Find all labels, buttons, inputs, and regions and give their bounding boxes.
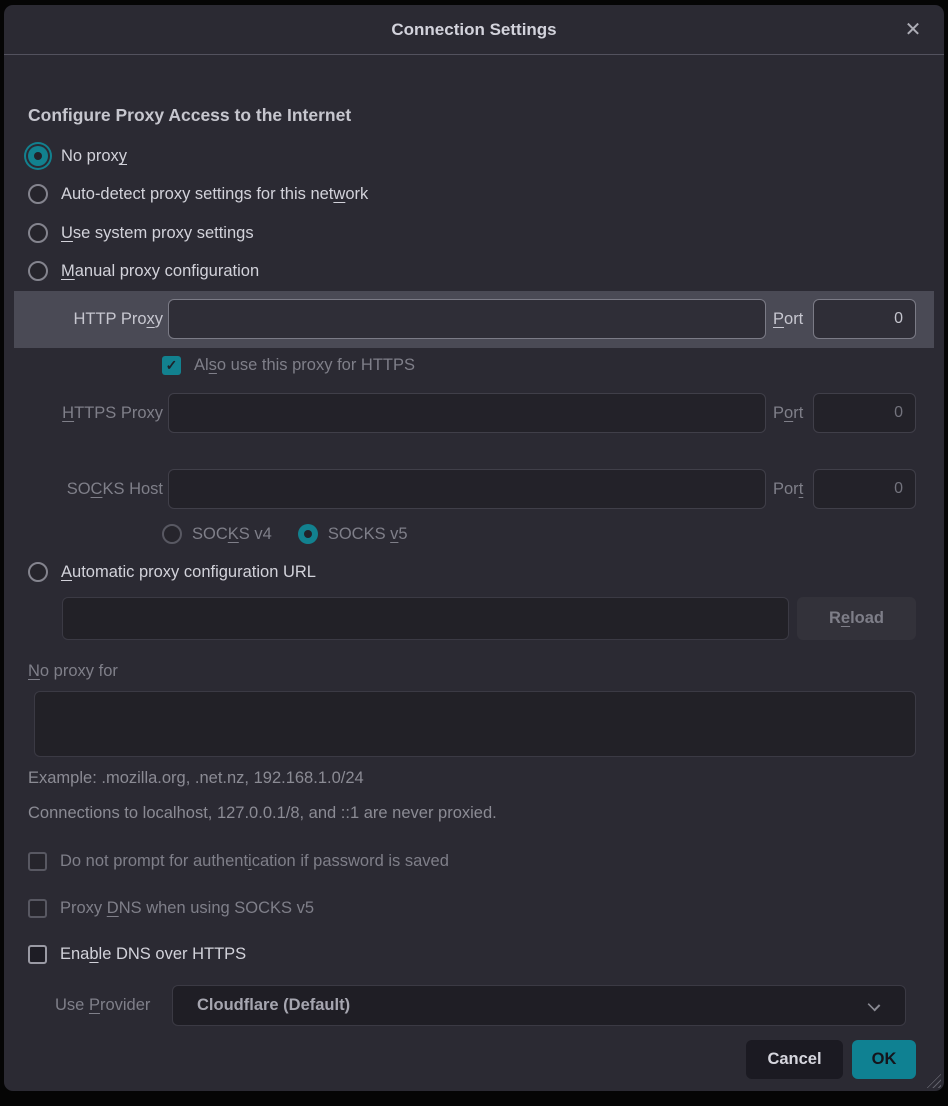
checkbox-icon[interactable] — [28, 945, 47, 964]
radio-socks-v4[interactable]: SOCKS v4 — [162, 522, 272, 546]
radio-manual-proxy[interactable]: Manual proxy configuration — [28, 259, 259, 283]
ok-button[interactable]: OK — [852, 1040, 916, 1079]
checkbox-no-prompt-auth-label: Do not prompt for authentication if pass… — [60, 849, 449, 873]
radio-manual-proxy-label: Manual proxy configuration — [61, 259, 259, 283]
dialog-title: Connection Settings — [391, 20, 556, 40]
checkbox-no-prompt-auth[interactable]: Do not prompt for authentication if pass… — [28, 849, 449, 873]
checkbox-enable-doh-label: Enable DNS over HTTPS — [60, 942, 246, 966]
radio-auto-config-url-label: Automatic proxy configuration URL — [61, 560, 316, 584]
checkbox-proxy-dns[interactable]: Proxy DNS when using SOCKS v5 — [28, 896, 314, 920]
radio-no-proxy-label: No proxy — [61, 144, 127, 168]
radio-use-system-label: Use system proxy settings — [61, 221, 254, 245]
dialog-titlebar: Connection Settings ✕ — [4, 5, 944, 55]
http-proxy-label: HTTP Proxy — [28, 307, 163, 331]
http-port-label: Port — [773, 307, 811, 331]
http-proxy-input[interactable] — [168, 299, 766, 339]
radio-icon[interactable] — [162, 524, 182, 544]
provider-select[interactable]: Cloudflare (Default) — [172, 985, 906, 1026]
radio-icon[interactable] — [28, 261, 48, 281]
checkbox-icon[interactable] — [28, 899, 47, 918]
auto-config-url-input[interactable] — [62, 597, 789, 640]
socks-port-input[interactable] — [813, 469, 916, 509]
https-proxy-input[interactable] — [168, 393, 766, 433]
radio-icon[interactable] — [28, 562, 48, 582]
radio-socks-v5-label: SOCKS v5 — [328, 522, 408, 546]
no-proxy-for-label: No proxy for — [28, 659, 118, 683]
radio-selected-icon[interactable] — [28, 146, 48, 166]
https-proxy-label: HTTPS Proxy — [28, 401, 163, 425]
cancel-button[interactable]: Cancel — [746, 1040, 843, 1079]
socks-port-label: Port — [773, 477, 811, 501]
checkbox-enable-doh[interactable]: Enable DNS over HTTPS — [28, 942, 246, 966]
http-port-input[interactable] — [813, 299, 916, 339]
radio-use-system[interactable]: Use system proxy settings — [28, 221, 254, 245]
https-port-label: Port — [773, 401, 811, 425]
reload-button[interactable]: Reload — [797, 597, 916, 640]
no-proxy-for-textarea[interactable] — [34, 691, 916, 757]
provider-selected-value: Cloudflare (Default) — [197, 996, 350, 1015]
localhost-note: Connections to localhost, 127.0.0.1/8, a… — [28, 802, 497, 824]
checkbox-also-https[interactable]: ✓ Also use this proxy for HTTPS — [162, 353, 415, 377]
example-note: Example: .mozilla.org, .net.nz, 192.168.… — [28, 767, 364, 789]
close-icon[interactable]: ✕ — [900, 17, 926, 43]
connection-settings-dialog: Connection Settings ✕ Configure Proxy Ac… — [4, 5, 944, 1091]
checkbox-icon[interactable] — [28, 852, 47, 871]
page-title: Configure Proxy Access to the Internet — [28, 105, 351, 126]
radio-selected-icon[interactable] — [298, 524, 318, 544]
radio-socks-v4-label: SOCKS v4 — [192, 522, 272, 546]
checkbox-also-https-label: Also use this proxy for HTTPS — [194, 353, 415, 377]
use-provider-label: Use Provider — [55, 993, 150, 1017]
radio-socks-v5[interactable]: SOCKS v5 — [298, 522, 408, 546]
checkbox-checked-icon[interactable]: ✓ — [162, 356, 181, 375]
socks-version-group: SOCKS v4 SOCKS v5 — [162, 522, 408, 546]
radio-auto-detect-label: Auto-detect proxy settings for this netw… — [61, 182, 368, 206]
radio-icon[interactable] — [28, 223, 48, 243]
radio-no-proxy[interactable]: No proxy — [28, 144, 127, 168]
socks-host-input[interactable] — [168, 469, 766, 509]
radio-auto-config-url[interactable]: Automatic proxy configuration URL — [28, 560, 316, 584]
radio-auto-detect[interactable]: Auto-detect proxy settings for this netw… — [28, 182, 368, 206]
checkbox-proxy-dns-label: Proxy DNS when using SOCKS v5 — [60, 896, 314, 920]
https-port-input[interactable] — [813, 393, 916, 433]
chevron-down-icon — [868, 999, 881, 1012]
socks-host-label: SOCKS Host — [28, 477, 163, 501]
resize-grip[interactable] — [926, 1073, 941, 1088]
radio-icon[interactable] — [28, 184, 48, 204]
